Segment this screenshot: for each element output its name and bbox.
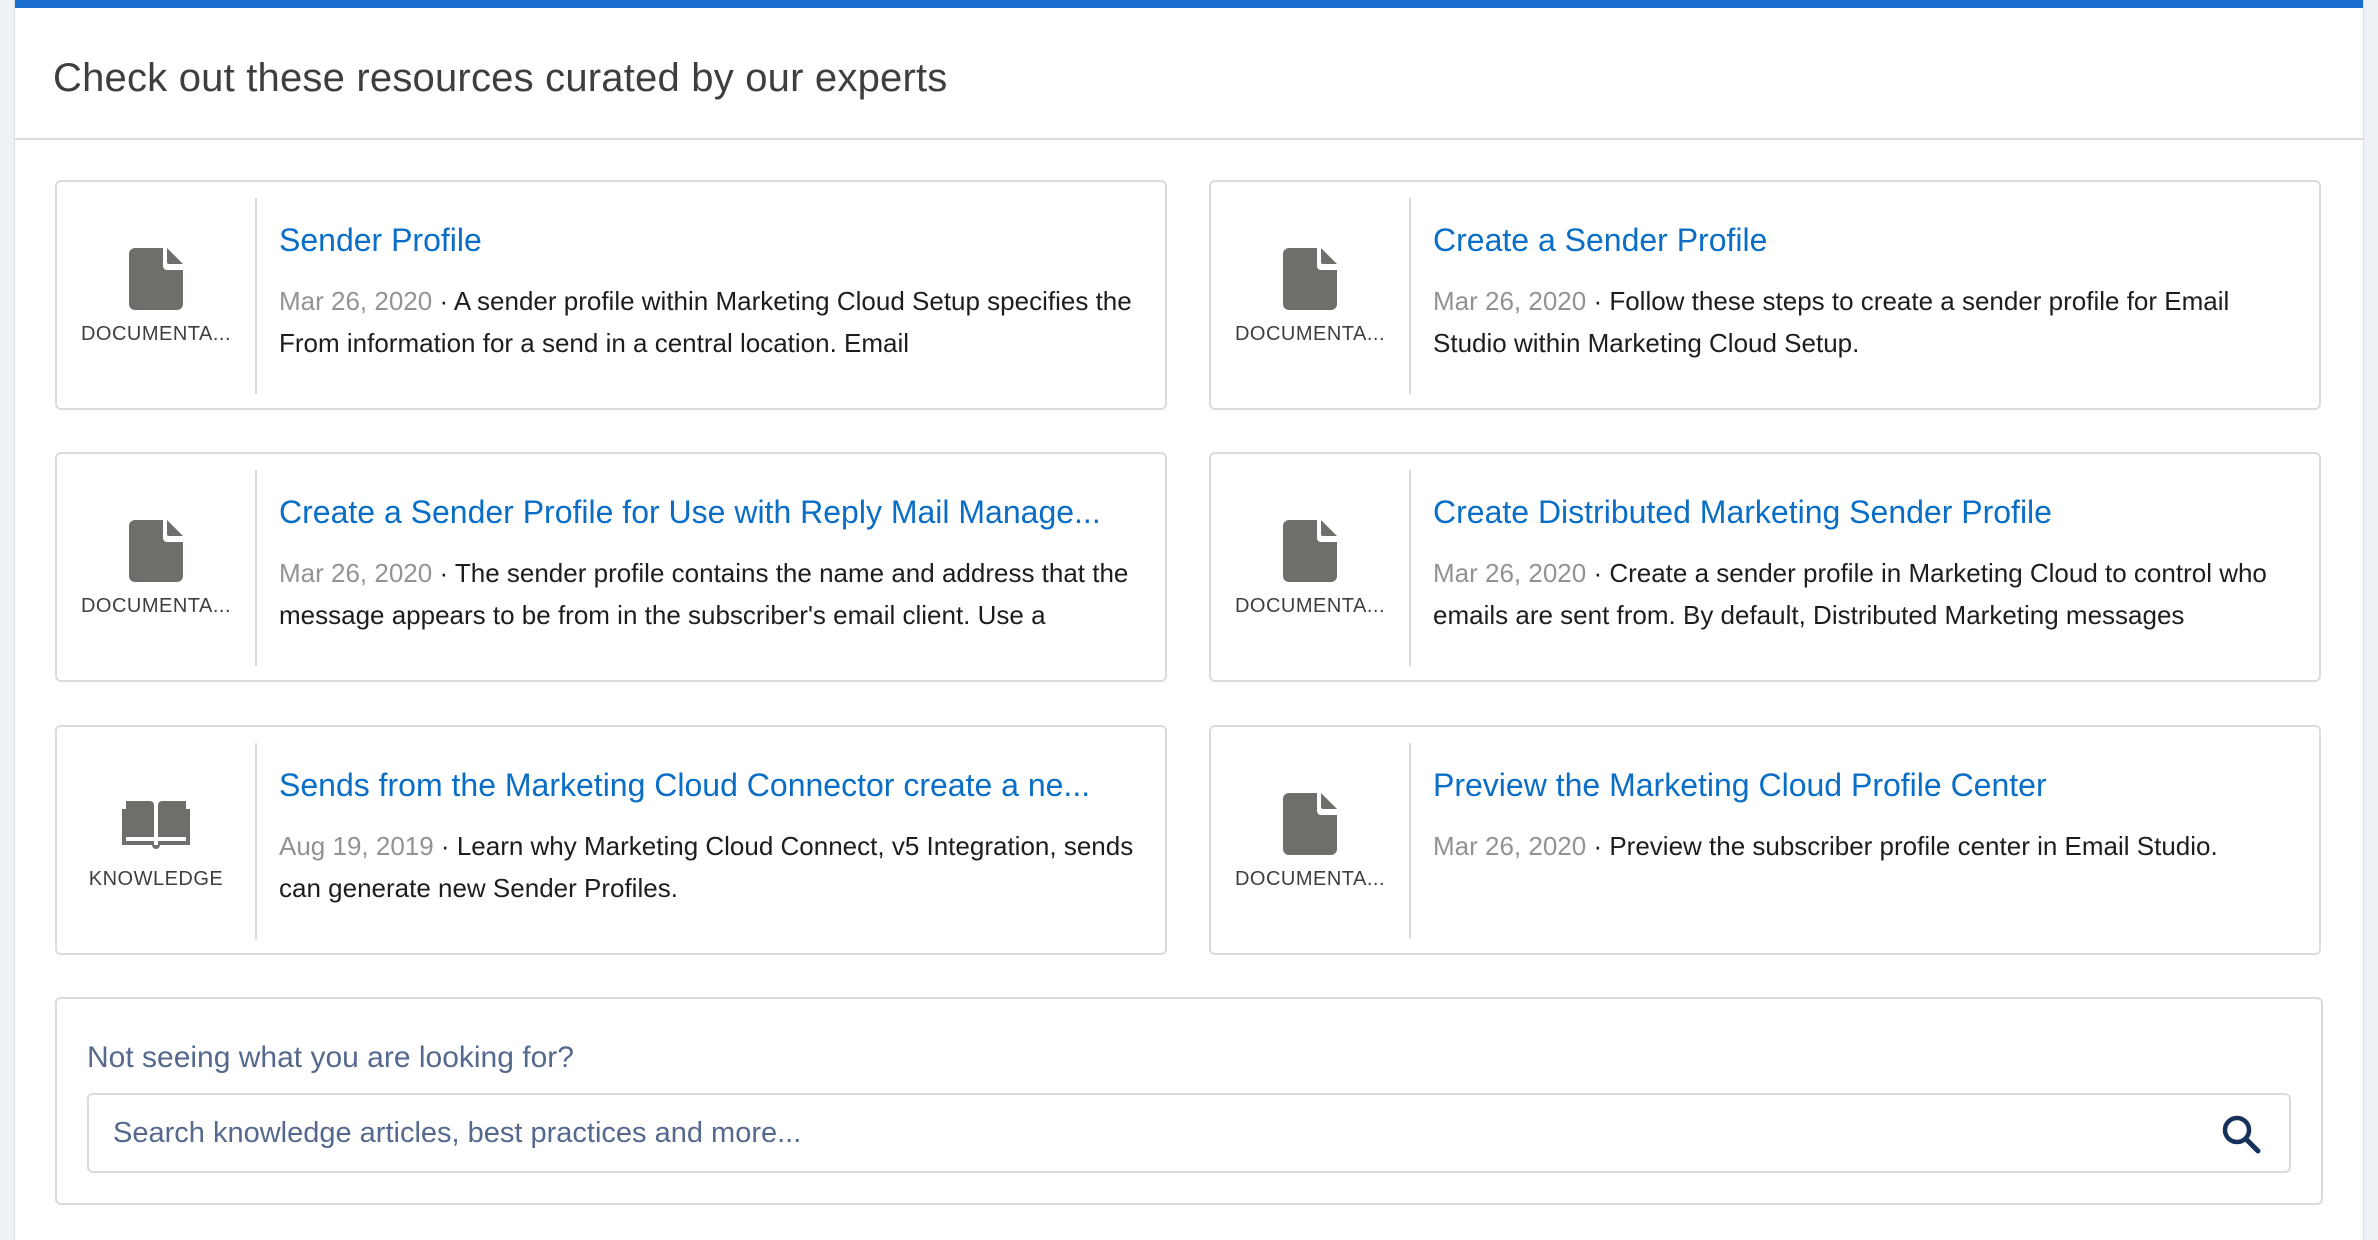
card-date: Mar 26, 2020	[279, 558, 433, 588]
search-field[interactable]	[87, 1093, 2291, 1173]
content-type-label: KNOWLEDGE	[88, 868, 224, 890]
card-body: Create Distributed Marketing Sender Prof…	[1433, 490, 2295, 636]
card-body: Sends from the Marketing Cloud Connector…	[279, 763, 1141, 909]
card-icon-area: DOCUMENTA...	[57, 454, 255, 680]
card-title-link[interactable]: Create Distributed Marketing Sender Prof…	[1433, 490, 2295, 534]
content-type-label: DOCUMENTA...	[80, 595, 232, 617]
card-body: Preview the Marketing Cloud Profile Cent…	[1433, 763, 2295, 909]
card-separator: ·	[432, 286, 454, 316]
search-input[interactable]	[89, 1095, 2289, 1171]
card-separator: ·	[1586, 558, 1610, 588]
card-divider	[255, 198, 257, 394]
search-icon[interactable]	[2221, 1114, 2261, 1154]
card-divider	[255, 743, 257, 939]
card-divider	[255, 470, 257, 666]
card-description: Mar 26, 2020 · A sender profile within M…	[279, 280, 1141, 364]
card-body: Create a Sender Profile Mar 26, 2020 · F…	[1433, 218, 2295, 364]
card-description: Mar 26, 2020 · The sender profile contai…	[279, 552, 1141, 636]
content-type-label: DOCUMENTA...	[1234, 868, 1386, 890]
card-title-link[interactable]: Create a Sender Profile for Use with Rep…	[279, 490, 1141, 534]
card-body: Create a Sender Profile for Use with Rep…	[279, 490, 1141, 636]
resource-card-sender-profile[interactable]: DOCUMENTA... Sender Profile Mar 26, 2020…	[55, 180, 1167, 410]
resource-card-reply-mail-manager[interactable]: DOCUMENTA... Create a Sender Profile for…	[55, 452, 1167, 682]
card-separator: ·	[1586, 286, 1610, 316]
search-section: Not seeing what you are looking for?	[55, 997, 2323, 1205]
card-date: Mar 26, 2020	[279, 286, 433, 316]
resource-card-create-sender-profile[interactable]: DOCUMENTA... Create a Sender Profile Mar…	[1209, 180, 2321, 410]
document-icon	[1283, 520, 1337, 582]
content-type-label: DOCUMENTA...	[80, 323, 232, 345]
card-date: Mar 26, 2020	[1433, 286, 1587, 316]
card-date: Mar 26, 2020	[1433, 831, 1587, 861]
card-separator: ·	[1586, 831, 1610, 861]
resources-panel: Check out these resources curated by our…	[14, 0, 2364, 1240]
card-body: Sender Profile Mar 26, 2020 · A sender p…	[279, 218, 1141, 364]
card-title-link[interactable]: Sender Profile	[279, 218, 1141, 262]
card-divider	[1409, 470, 1411, 666]
book-icon	[122, 801, 190, 849]
card-icon-area: DOCUMENTA...	[57, 182, 255, 408]
document-icon	[1283, 248, 1337, 310]
card-separator: ·	[432, 558, 455, 588]
panel-header: Check out these resources curated by our…	[15, 8, 2363, 140]
content-type-label: DOCUMENTA...	[1234, 595, 1386, 617]
document-icon	[129, 520, 183, 582]
card-icon-area: DOCUMENTA...	[1211, 727, 1409, 953]
card-icon-area: DOCUMENTA...	[1211, 182, 1409, 408]
card-divider	[1409, 198, 1411, 394]
card-description: Mar 26, 2020 · Preview the subscriber pr…	[1433, 825, 2295, 909]
card-description: Mar 26, 2020 · Create a sender profile i…	[1433, 552, 2295, 636]
resource-card-connector-sends[interactable]: KNOWLEDGE Sends from the Marketing Cloud…	[55, 725, 1167, 955]
card-icon-area: KNOWLEDGE	[57, 727, 255, 953]
card-date: Aug 19, 2019	[279, 831, 434, 861]
resource-card-profile-center[interactable]: DOCUMENTA... Preview the Marketing Cloud…	[1209, 725, 2321, 955]
document-icon	[1283, 793, 1337, 855]
resource-card-distributed-marketing[interactable]: DOCUMENTA... Create Distributed Marketin…	[1209, 452, 2321, 682]
document-icon	[129, 248, 183, 310]
page-title: Check out these resources curated by our…	[53, 56, 948, 100]
content-type-label: DOCUMENTA...	[1234, 323, 1386, 345]
card-date: Mar 26, 2020	[1433, 558, 1587, 588]
card-divider	[1409, 743, 1411, 939]
card-icon-area: DOCUMENTA...	[1211, 454, 1409, 680]
card-separator: ·	[433, 831, 457, 861]
top-accent-bar	[15, 0, 2363, 8]
search-prompt: Not seeing what you are looking for?	[87, 1041, 574, 1074]
card-title-link[interactable]: Sends from the Marketing Cloud Connector…	[279, 763, 1141, 807]
card-description: Aug 19, 2019 · Learn why Marketing Cloud…	[279, 825, 1141, 909]
card-description-text: Preview the subscriber profile center in…	[1609, 831, 2218, 861]
card-description: Mar 26, 2020 · Follow these steps to cre…	[1433, 280, 2295, 364]
card-title-link[interactable]: Preview the Marketing Cloud Profile Cent…	[1433, 763, 2295, 807]
card-title-link[interactable]: Create a Sender Profile	[1433, 218, 2295, 262]
